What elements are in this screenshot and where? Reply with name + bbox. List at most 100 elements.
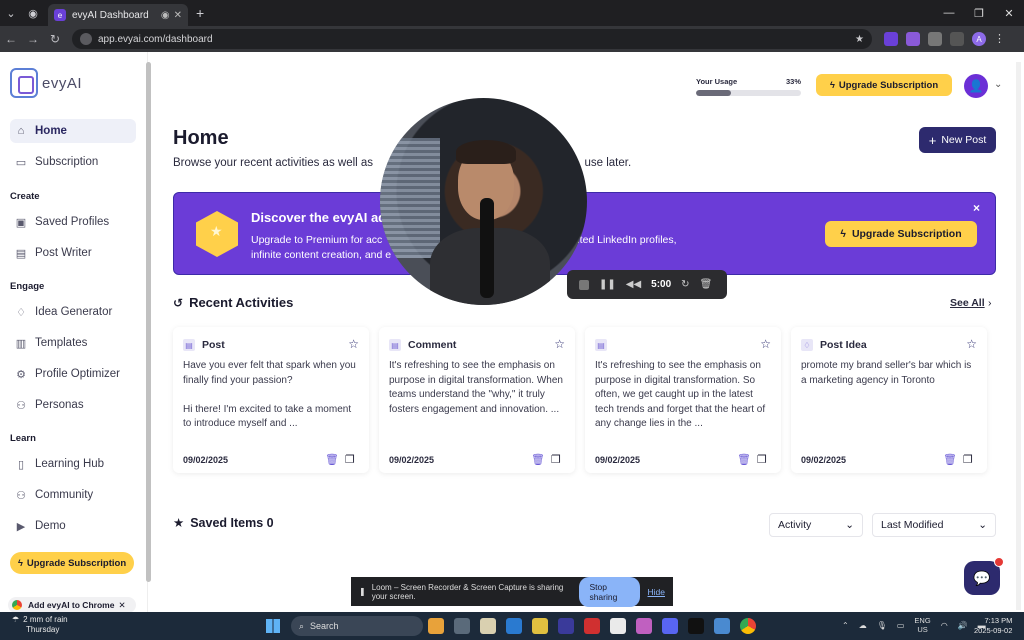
taskbar-app-icon[interactable] bbox=[714, 618, 730, 634]
sidebar-scrollbar[interactable] bbox=[146, 62, 151, 582]
sidebar-item-demo[interactable]: ▶ Demo bbox=[10, 514, 136, 538]
file-explorer-icon[interactable] bbox=[480, 618, 496, 634]
user-avatar-icon[interactable]: 👤 bbox=[964, 74, 988, 98]
browser-profile-avatar[interactable]: A bbox=[972, 32, 986, 46]
site-info-icon[interactable] bbox=[80, 33, 92, 45]
trash-icon[interactable]: 🗑 bbox=[943, 453, 957, 466]
taskbar-app-icon[interactable] bbox=[636, 618, 652, 634]
stop-sharing-button[interactable]: Stop sharing bbox=[579, 576, 640, 607]
new-post-button[interactable]: + New Post bbox=[919, 127, 996, 153]
close-window-icon[interactable]: ✕ bbox=[994, 7, 1024, 20]
header-upgrade-button[interactable]: ϟ Upgrade Subscription bbox=[816, 74, 952, 96]
taskbar-app-icon[interactable] bbox=[610, 618, 626, 634]
logo[interactable]: evyAI bbox=[10, 68, 82, 98]
sidebar-item-subscription[interactable]: ▭ Subscription bbox=[10, 150, 136, 174]
see-all-link[interactable]: See All bbox=[950, 297, 985, 309]
chevron-up-icon[interactable]: ⌃ bbox=[842, 621, 849, 630]
activity-card[interactable]: ▤ ☆ It's refreshing to see the emphasis … bbox=[585, 327, 781, 473]
taskbar-app-icon[interactable] bbox=[584, 618, 600, 634]
activity-filter-select[interactable]: Activity ⌄ bbox=[769, 513, 863, 537]
bookmark-star-icon[interactable]: ★ bbox=[855, 34, 864, 45]
hide-share-bar-link[interactable]: Hide bbox=[648, 587, 665, 597]
delete-recording-icon[interactable]: 🗑 bbox=[700, 279, 713, 290]
wifi-icon[interactable]: ◠ bbox=[941, 621, 948, 630]
maximize-icon[interactable]: ❐ bbox=[964, 7, 994, 20]
taskbar-app-icon[interactable] bbox=[428, 618, 444, 634]
edge-icon[interactable] bbox=[506, 618, 522, 634]
sidebar-item-saved-profiles[interactable]: ▣ Saved Profiles bbox=[10, 210, 136, 234]
copy-icon[interactable]: ❐ bbox=[757, 453, 767, 466]
taskbar-app-icon[interactable] bbox=[558, 618, 574, 634]
extension-evyai-icon[interactable] bbox=[884, 32, 898, 46]
forward-icon[interactable]: → bbox=[22, 32, 44, 46]
extension-loom-icon[interactable] bbox=[906, 32, 920, 46]
taskbar-app-icon[interactable] bbox=[454, 618, 470, 634]
drag-handle-icon[interactable]: ❚ bbox=[359, 587, 366, 596]
discord-icon[interactable] bbox=[662, 618, 678, 634]
tab-menu-icon[interactable]: ⌄ bbox=[0, 7, 22, 20]
sidebar-item-personas[interactable]: ⚇ Personas bbox=[10, 393, 136, 417]
sidepanel-icon[interactable] bbox=[950, 32, 964, 46]
taskbar-app-icon[interactable] bbox=[532, 618, 548, 634]
add-to-chrome-banner[interactable]: Add evyAI to Chrome ✕ bbox=[8, 597, 136, 613]
rewind-icon[interactable]: ◀◀ bbox=[626, 279, 641, 290]
page-scrollbar[interactable] bbox=[1016, 62, 1021, 610]
sidebar-item-community[interactable]: ⚇ Community bbox=[10, 483, 136, 507]
copy-icon[interactable]: ❐ bbox=[551, 453, 561, 466]
weather-widget[interactable]: ☂ 2 mm of rain Thursday bbox=[12, 615, 68, 635]
browser-tab[interactable]: e evyAI Dashboard ◉ ✕ bbox=[48, 4, 188, 26]
record-indicator-icon[interactable]: ◉ bbox=[22, 7, 44, 20]
extensions-puzzle-icon[interactable] bbox=[928, 32, 942, 46]
cloud-icon[interactable]: ☁ bbox=[859, 621, 867, 630]
new-tab-icon[interactable]: + bbox=[196, 5, 204, 21]
star-icon[interactable]: ☆ bbox=[348, 337, 359, 351]
volume-icon[interactable]: 🔊 bbox=[958, 621, 968, 630]
sort-select[interactable]: Last Modified ⌄ bbox=[872, 513, 996, 537]
sidebar-item-templates[interactable]: ▥ Templates bbox=[10, 331, 136, 355]
close-icon[interactable]: ✕ bbox=[118, 600, 125, 611]
star-icon[interactable]: ☆ bbox=[760, 337, 771, 351]
sidebar-item-post-writer[interactable]: ▤ Post Writer bbox=[10, 241, 136, 265]
sidebar-upgrade-button[interactable]: ϟ Upgrade Subscription bbox=[10, 552, 134, 574]
chevron-right-icon[interactable]: › bbox=[988, 297, 992, 309]
copy-icon[interactable]: ❐ bbox=[963, 453, 973, 466]
sidebar-item-profile-optimizer[interactable]: ⚙ Profile Optimizer bbox=[10, 362, 136, 386]
microphone-icon[interactable]: 🎙 bbox=[877, 621, 887, 630]
system-clock[interactable]: 7:13 PM 2025-09-02 bbox=[974, 616, 1012, 636]
page-subtitle-right: use later. bbox=[584, 157, 632, 169]
language-indicator[interactable]: ENG US bbox=[914, 616, 930, 634]
minimize-icon[interactable]: — bbox=[934, 7, 964, 19]
main-content: Your Usage 33% ϟ Upgrade Subscription 👤 … bbox=[156, 52, 1016, 612]
pause-icon[interactable]: ❚❚ bbox=[599, 279, 616, 290]
url-input[interactable]: app.evyai.com/dashboard ★ bbox=[72, 29, 872, 49]
trash-icon[interactable]: 🗑 bbox=[325, 453, 339, 466]
activity-card[interactable]: ▤ Comment ☆ It's refreshing to see the em… bbox=[379, 327, 575, 473]
stop-recording-icon[interactable] bbox=[579, 279, 589, 290]
banner-upgrade-button[interactable]: ϟ Upgrade Subscription bbox=[825, 221, 977, 247]
star-icon[interactable]: ☆ bbox=[966, 337, 977, 351]
chrome-icon[interactable] bbox=[740, 618, 756, 634]
trash-icon[interactable]: 🗑 bbox=[531, 453, 545, 466]
taskbar-search-input[interactable]: ⌕ Search bbox=[291, 616, 423, 636]
tab-close-icon[interactable]: ✕ bbox=[174, 10, 182, 21]
restart-icon[interactable]: ↻ bbox=[681, 279, 689, 290]
windows-start-icon[interactable] bbox=[266, 619, 280, 633]
back-icon[interactable]: ← bbox=[0, 32, 22, 46]
chevron-down-icon[interactable]: ⌄ bbox=[994, 79, 1002, 90]
sidebar-item-idea-generator[interactable]: ♢ Idea Generator bbox=[10, 300, 136, 324]
sidebar-item-learning-hub[interactable]: ▯ Learning Hub bbox=[10, 452, 136, 476]
copy-icon[interactable]: ❐ bbox=[345, 453, 355, 466]
banner-close-icon[interactable]: × bbox=[973, 201, 980, 215]
sidebar-item-home[interactable]: ⌂ Home bbox=[10, 119, 136, 143]
trash-icon[interactable]: 🗑 bbox=[737, 453, 751, 466]
activity-card[interactable]: ▤ Post ☆ Have you ever felt that spark wh… bbox=[173, 327, 369, 473]
tab-record-icon[interactable]: ◉ bbox=[161, 10, 170, 21]
battery-icon[interactable]: ▭ bbox=[897, 621, 905, 630]
activity-card[interactable]: ♢ Post Idea ☆ promote my brand seller's b… bbox=[791, 327, 987, 473]
chat-support-button[interactable]: 💬 bbox=[964, 561, 1000, 595]
taskbar-app-icon[interactable] bbox=[688, 618, 704, 634]
webcam-bubble[interactable] bbox=[380, 98, 587, 305]
reload-icon[interactable]: ↻ bbox=[44, 32, 66, 46]
star-icon[interactable]: ☆ bbox=[554, 337, 565, 351]
browser-menu-icon[interactable]: ⋮ bbox=[994, 32, 1005, 46]
